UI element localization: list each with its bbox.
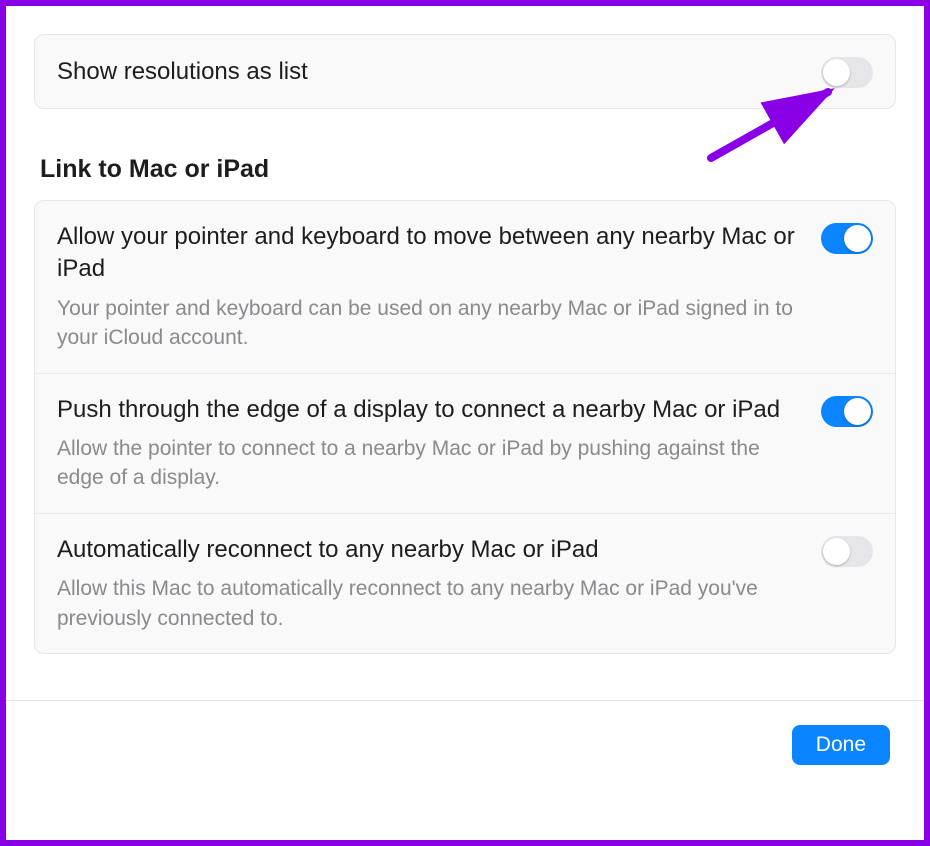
link-section-title: Link to Mac or iPad (40, 155, 896, 184)
push-edge-row: Push through the edge of a display to co… (35, 373, 895, 513)
done-button[interactable]: Done (792, 725, 890, 765)
auto-reconnect-title: Automatically reconnect to any nearby Ma… (57, 534, 797, 566)
show-resolutions-toggle[interactable] (821, 57, 873, 88)
show-resolutions-label: Show resolutions as list (57, 58, 308, 86)
push-edge-desc: Allow the pointer to connect to a nearby… (57, 434, 797, 493)
show-resolutions-row: Show resolutions as list (35, 35, 895, 108)
allow-pointer-label-wrap: Allow your pointer and keyboard to move … (57, 221, 821, 353)
push-edge-toggle[interactable] (821, 396, 873, 427)
auto-reconnect-toggle[interactable] (821, 536, 873, 567)
push-edge-title: Push through the edge of a display to co… (57, 394, 797, 426)
auto-reconnect-label-wrap: Automatically reconnect to any nearby Ma… (57, 534, 821, 633)
resolutions-panel: Show resolutions as list (34, 34, 896, 109)
link-panel: Allow your pointer and keyboard to move … (34, 200, 896, 654)
allow-pointer-desc: Your pointer and keyboard can be used on… (57, 294, 797, 353)
footer: Done (34, 701, 896, 787)
allow-pointer-row: Allow your pointer and keyboard to move … (35, 201, 895, 373)
settings-panel-frame: Show resolutions as list Link to Mac or … (0, 0, 930, 846)
allow-pointer-title: Allow your pointer and keyboard to move … (57, 221, 797, 286)
push-edge-label-wrap: Push through the edge of a display to co… (57, 394, 821, 493)
auto-reconnect-row: Automatically reconnect to any nearby Ma… (35, 513, 895, 653)
allow-pointer-toggle[interactable] (821, 223, 873, 254)
auto-reconnect-desc: Allow this Mac to automatically reconnec… (57, 574, 797, 633)
